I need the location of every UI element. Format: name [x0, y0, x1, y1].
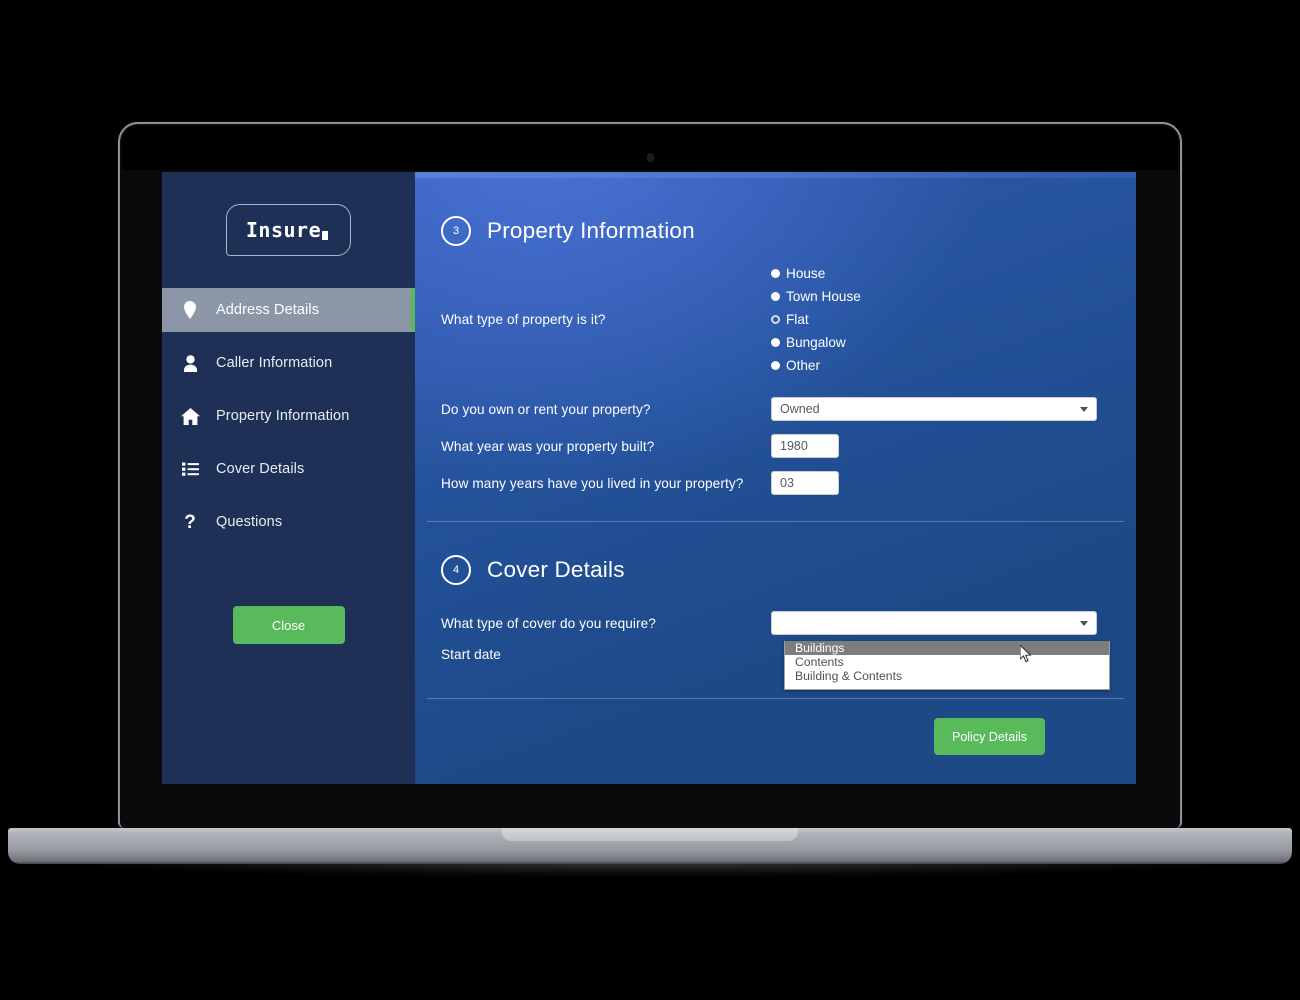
radio-label: House [786, 266, 826, 281]
cover-type-question: What type of cover do you require? [441, 615, 656, 631]
sidebar-item-questions[interactable]: ? Questions [162, 500, 415, 544]
radio-dot-icon [771, 269, 780, 278]
footer-bar: Policy Details [415, 690, 1136, 784]
sidebar: Insure Address Details Caller Informatio… [162, 172, 415, 784]
radio-label: Other [786, 358, 820, 373]
section-title: Cover Details [487, 557, 625, 582]
laptop-base [8, 828, 1292, 864]
cover-type-dropdown-list[interactable]: Buildings Contents Building & Contents [784, 641, 1110, 690]
radio-label: Flat [786, 312, 809, 327]
radio-option-bungalow[interactable]: Bungalow [771, 335, 861, 350]
cover-type-select[interactable] [771, 611, 1097, 635]
sidebar-item-label: Cover Details [216, 460, 305, 477]
top-accent-strip [415, 172, 1136, 178]
year-built-value: 1980 [780, 439, 808, 453]
years-lived-question: How many years have you lived in your pr… [441, 475, 744, 491]
main-content: 3 Property Information What type of prop… [415, 172, 1136, 784]
property-type-question: What type of property is it? [441, 312, 606, 327]
cover-section-header: 4 Cover Details [441, 555, 1110, 585]
policy-details-button[interactable]: Policy Details [934, 718, 1045, 755]
radio-option-flat[interactable]: Flat [771, 312, 861, 327]
section-title: Property Information [487, 218, 695, 243]
property-information-section: 3 Property Information What type of prop… [415, 172, 1136, 495]
step-number-badge: 4 [441, 555, 471, 585]
years-lived-row: How many years have you lived in your pr… [441, 471, 1110, 495]
sidebar-item-caller-information[interactable]: Caller Information [162, 341, 415, 385]
sidebar-item-label: Property Information [216, 407, 350, 424]
radio-dot-icon [771, 361, 780, 370]
radio-dot-icon [771, 292, 780, 301]
sidebar-item-property-information[interactable]: Property Information [162, 394, 415, 438]
sidebar-item-cover-details[interactable]: Cover Details [162, 447, 415, 491]
own-rent-row: Do you own or rent your property? Owned [441, 397, 1110, 421]
property-type-radio-group: House Town House Flat Bungalow Other [771, 266, 861, 373]
app-logo: Insure [226, 204, 351, 256]
radio-option-house[interactable]: House [771, 266, 861, 281]
sidebar-item-label: Address Details [216, 301, 320, 318]
radio-option-other[interactable]: Other [771, 358, 861, 373]
dropdown-option-buildings[interactable]: Buildings [785, 641, 1109, 655]
home-icon [180, 407, 200, 425]
list-icon [180, 462, 200, 476]
logo-square-mark-icon [322, 231, 332, 240]
close-button[interactable]: Close [232, 606, 345, 644]
dropdown-option-building-and-contents[interactable]: Building & Contents [785, 669, 1109, 683]
property-type-row: What type of property is it? House Town … [441, 266, 1110, 373]
year-built-question: What year was your property built? [441, 438, 655, 454]
own-rent-value: Owned [780, 402, 820, 416]
start-date-label: Start date [441, 647, 501, 662]
step-number-badge: 3 [441, 216, 471, 246]
years-lived-input[interactable]: 03 [771, 471, 839, 495]
user-icon [180, 354, 200, 372]
property-section-header: 3 Property Information [441, 216, 1110, 246]
app-screen: Insure Address Details Caller Informatio… [162, 172, 1136, 784]
sidebar-nav: Address Details Caller Information Prope… [162, 288, 415, 544]
radio-option-town-house[interactable]: Town House [771, 289, 861, 304]
logo-text-wrap: Insure [245, 218, 332, 242]
chevron-down-icon [1080, 620, 1088, 626]
logo-label: Insure [245, 218, 322, 242]
sidebar-item-label: Caller Information [216, 354, 333, 371]
year-built-input[interactable]: 1980 [771, 434, 839, 458]
sidebar-item-label: Questions [216, 513, 283, 530]
years-lived-value: 03 [780, 476, 794, 490]
own-rent-select[interactable]: Owned [771, 397, 1097, 421]
chevron-down-icon [1080, 406, 1088, 412]
own-rent-question: Do you own or rent your property? [441, 401, 651, 417]
map-pin-icon [180, 301, 200, 319]
year-built-row: What year was your property built? 1980 [441, 434, 1110, 458]
radio-label: Town House [786, 289, 861, 304]
radio-dot-icon [771, 338, 780, 347]
sidebar-item-address-details[interactable]: Address Details [162, 288, 415, 332]
radio-dot-selected-icon [771, 315, 780, 324]
dropdown-option-contents[interactable]: Contents [785, 655, 1109, 669]
question-mark-icon: ? [184, 511, 196, 533]
screenshot-stage: Insure Address Details Caller Informatio… [0, 0, 1300, 1000]
webcam-icon [647, 153, 654, 162]
radio-label: Bungalow [786, 335, 846, 350]
cover-type-row: What type of cover do you require? [441, 611, 1110, 635]
